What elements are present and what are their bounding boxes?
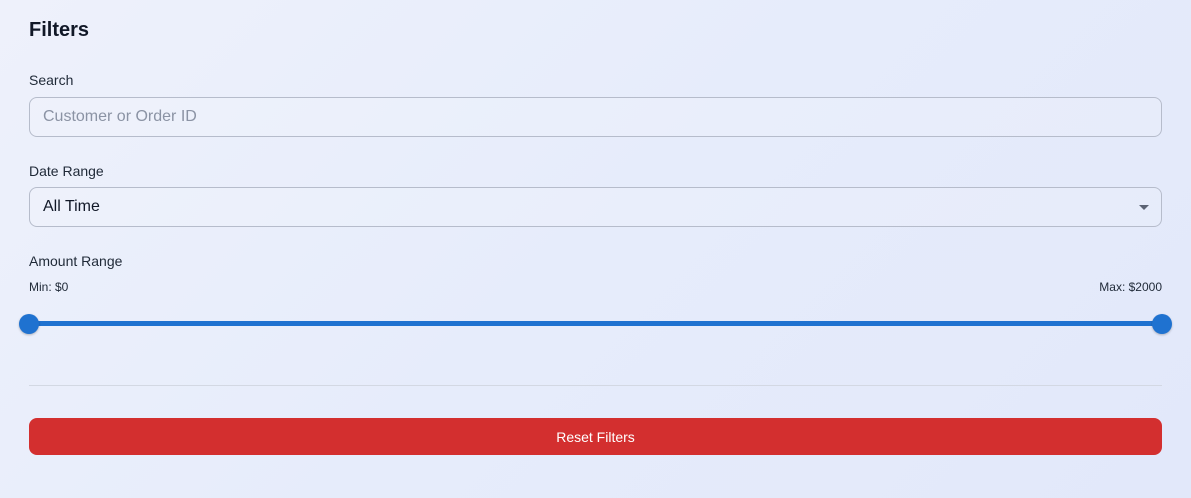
chevron-down-icon bbox=[1139, 205, 1149, 210]
filters-title: Filters bbox=[29, 19, 90, 41]
search-field bbox=[29, 97, 1162, 137]
slider-track[interactable] bbox=[29, 321, 1162, 326]
amount-max-text: Max: $2000 bbox=[1099, 280, 1162, 294]
reset-filters-button[interactable]: Reset Filters bbox=[29, 418, 1162, 455]
search-input[interactable] bbox=[30, 98, 1161, 136]
divider bbox=[29, 385, 1162, 386]
amount-range-slider[interactable] bbox=[19, 312, 1172, 336]
search-label: Search bbox=[29, 72, 74, 88]
slider-max-handle[interactable] bbox=[1152, 314, 1172, 334]
date-range-label: Date Range bbox=[29, 163, 104, 179]
amount-range-label: Amount Range bbox=[29, 253, 123, 269]
amount-min-text: Min: $0 bbox=[29, 280, 69, 294]
date-range-value: All Time bbox=[43, 198, 100, 215]
filters-panel: Filters Search Date Range All Time Amoun… bbox=[19, 0, 1172, 498]
date-range-select[interactable]: All Time bbox=[29, 187, 1162, 227]
slider-min-handle[interactable] bbox=[19, 314, 39, 334]
